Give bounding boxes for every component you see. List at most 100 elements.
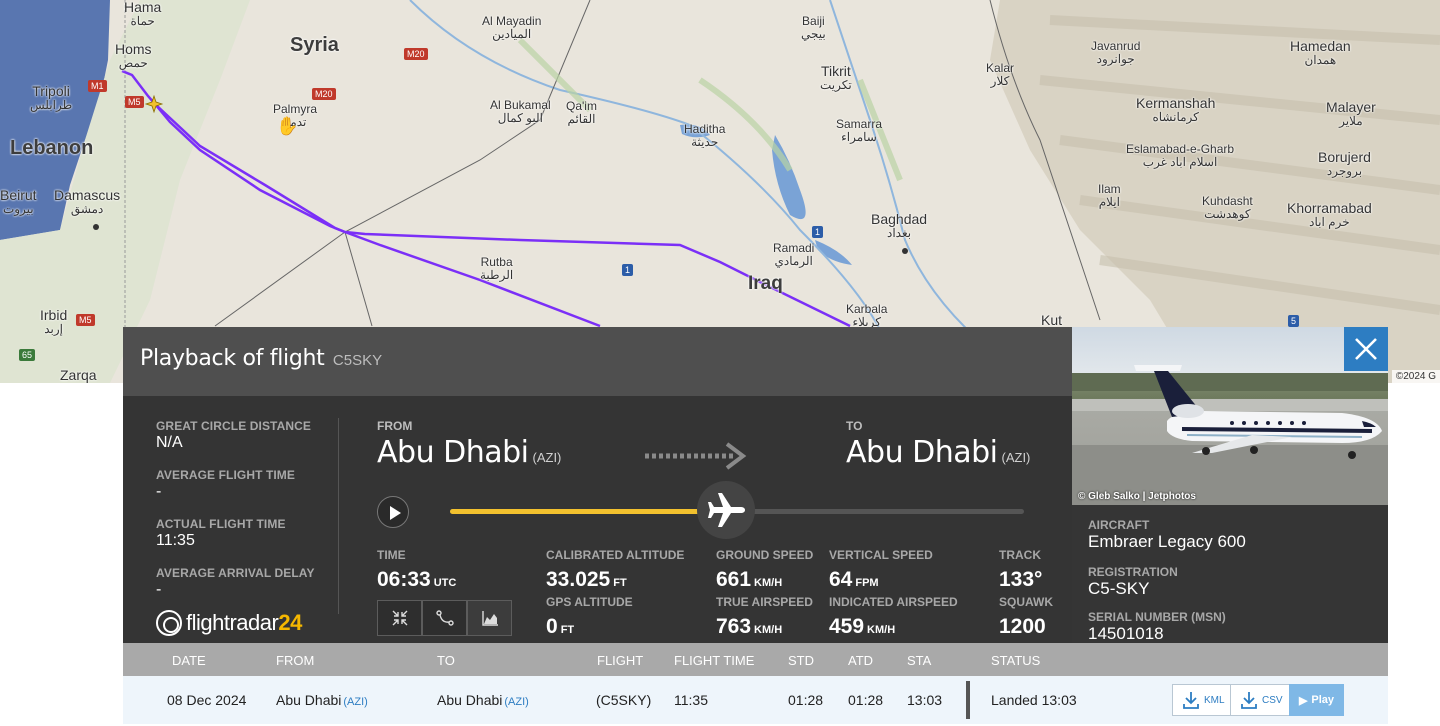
map-label-samarra: Samarra سامراء: [836, 117, 883, 144]
column-header-status: STATUS: [991, 653, 1041, 668]
timeline-progress: [450, 509, 726, 514]
vertical-speed-value: 64 FPM: [829, 568, 879, 591]
route-view-button[interactable]: [422, 600, 467, 636]
row-to-code-link[interactable]: (AZI): [504, 696, 528, 708]
stat-value: 11:35: [156, 532, 195, 549]
row-atd: 01:28: [848, 692, 884, 708]
map-label-khorramabad: Khorramabad خرم اباد: [1287, 200, 1372, 229]
from-label: FROM: [377, 419, 413, 433]
road-shield: 5: [1288, 315, 1300, 327]
playback-play-button[interactable]: [377, 496, 409, 528]
map-label-kalar: Kalar كلار: [986, 61, 1015, 88]
gps-altitude-value: 0 FT: [546, 615, 575, 638]
map-label-borujerd: Borujerd بروجرد: [1318, 149, 1371, 178]
map-label-kermanshah: Kermanshah كرمانشاه: [1136, 95, 1216, 124]
row-from-code-link[interactable]: (AZI): [343, 696, 367, 708]
squawk-value: 1200: [999, 615, 1046, 638]
stat-label: AVERAGE ARRIVAL DELAY: [156, 566, 315, 580]
aircraft-photo[interactable]: © Gleb Salko | Jetphotos: [1072, 327, 1388, 505]
map-label-tripoli: Tripoli طرابلس: [30, 83, 73, 112]
map-label-iraq: Iraq: [748, 273, 783, 294]
collapse-view-button[interactable]: [377, 600, 422, 636]
column-header-from: FROM: [276, 653, 315, 668]
map-label-tikrit: Tikrit تكريت: [820, 63, 852, 92]
row-from: Abu Dhabi (AZI): [276, 692, 368, 708]
indicated-airspeed-label: INDICATED AIRSPEED: [829, 595, 958, 609]
vertical-speed-label: VERTICAL SPEED: [829, 548, 933, 562]
map-label-baghdad: Baghdad بغداد: [871, 211, 928, 240]
panel-header: Playback of flight C5SKY: [123, 327, 1072, 396]
map-label-al-bukamal: Al Bukamal البو كمال: [490, 98, 551, 125]
aircraft-type-label: AIRCRAFT: [1088, 518, 1150, 532]
graph-view-button[interactable]: [467, 600, 512, 636]
route-icon: [435, 610, 454, 626]
status-indicator: [966, 681, 970, 719]
from-city: Abu Dhabi: [377, 435, 529, 470]
panel-flight-number: C5SKY: [332, 352, 383, 369]
column-header-std: STD: [788, 653, 814, 668]
row-sta: 13:03: [907, 692, 943, 708]
play-flight-button[interactable]: ▶ Play: [1289, 684, 1344, 716]
map-copyright: ©2024 G: [1391, 370, 1440, 383]
to-code: (AZI): [1001, 450, 1031, 465]
download-icon: [1183, 692, 1199, 709]
map-label-beirut: Beirut بيروت: [0, 187, 37, 216]
table-row[interactable]: 08 Dec 2024 Abu Dhabi (AZI) Abu Dhabi (AZI…: [123, 676, 1388, 724]
flight-map[interactable]: Hama حماة Homs حمص Tripoli طرابلس Syria Leb…: [0, 0, 1440, 383]
map-label-hamedan: Hamedan همدان: [1290, 38, 1351, 67]
stat-value: -: [156, 581, 162, 598]
map-label-haditha: Haditha حديثة: [684, 122, 726, 149]
flight-stats: GREAT CIRCLE DISTANCE N/A AVERAGE FLIGHT…: [156, 419, 326, 615]
map-label-rutba: Rutba الرطبة: [480, 255, 514, 282]
close-button[interactable]: [1344, 327, 1388, 371]
download-icon: [1241, 692, 1257, 709]
history-table-header: DATE FROM TO FLIGHT FLIGHT TIME STD ATD …: [123, 643, 1388, 676]
road-shield: M20: [312, 88, 336, 100]
time-label: TIME: [377, 548, 406, 562]
time-value: 06:33 UTC: [377, 568, 457, 591]
map-label-ilam: Ilam ايلام: [1098, 182, 1121, 209]
column-header-flight: FLIGHT: [597, 653, 644, 668]
collapse-arrows-icon: [392, 610, 407, 626]
view-toggle-group: [377, 600, 512, 636]
map-label-ramadi: Ramadi الرمادي: [773, 241, 815, 268]
logo-text: flightradar: [186, 610, 279, 635]
map-label-kut: Kut: [1041, 312, 1063, 328]
row-std: 01:28: [788, 692, 824, 708]
hand-cursor-icon: ✋: [276, 116, 299, 136]
map-terrain: [0, 0, 1440, 383]
aircraft-type-value: Embraer Legacy 600: [1088, 532, 1246, 551]
column-header-flight-time: FLIGHT TIME: [674, 653, 755, 668]
csv-label: CSV: [1262, 694, 1283, 706]
row-flight-time: 11:35: [674, 692, 708, 708]
to-airport: Abu Dhabi (AZI): [846, 435, 1030, 470]
ground-speed-label: GROUND SPEED: [716, 548, 814, 562]
msn-value: 14501018: [1088, 624, 1164, 643]
download-kml-button[interactable]: KML: [1172, 684, 1232, 716]
indicated-airspeed-value: 459 KM/H: [829, 615, 896, 638]
playback-panel: Playback of flight C5SKY GREAT CIRCLE DI…: [123, 327, 1072, 643]
map-label-syria: Syria: [290, 34, 339, 56]
map-label-malayer: Malayer ملاير: [1326, 99, 1376, 128]
divider: [338, 418, 339, 614]
map-label-baiji: Baiji بيجي: [801, 14, 826, 41]
download-csv-button[interactable]: CSV: [1230, 684, 1290, 716]
route-arrow-icon: [645, 442, 747, 470]
road-shield: M5: [76, 314, 95, 326]
column-header-atd: ATD: [848, 653, 874, 668]
road-shield: 1: [812, 226, 824, 238]
aircraft-photo-image: [1072, 365, 1388, 505]
track-label: TRACK: [999, 548, 1041, 562]
map-label-eslamabad: Eslamabad-e-Gharb اسلام اباد غرب: [1126, 142, 1235, 169]
track-value: 133°: [999, 568, 1043, 591]
road-shield: M5: [125, 96, 144, 108]
timeline-plane-handle[interactable]: [696, 481, 755, 539]
stat-label: AVERAGE FLIGHT TIME: [156, 468, 296, 482]
row-to: Abu Dhabi (AZI): [437, 692, 529, 708]
from-airport: Abu Dhabi (AZI): [377, 435, 561, 470]
calibrated-altitude-label: CALIBRATED ALTITUDE: [546, 548, 685, 562]
playback-timeline[interactable]: [450, 481, 1024, 539]
radar-icon: [156, 610, 182, 636]
road-shield: 1: [622, 264, 634, 276]
map-label-damascus: Damascus دمشق: [54, 187, 121, 216]
